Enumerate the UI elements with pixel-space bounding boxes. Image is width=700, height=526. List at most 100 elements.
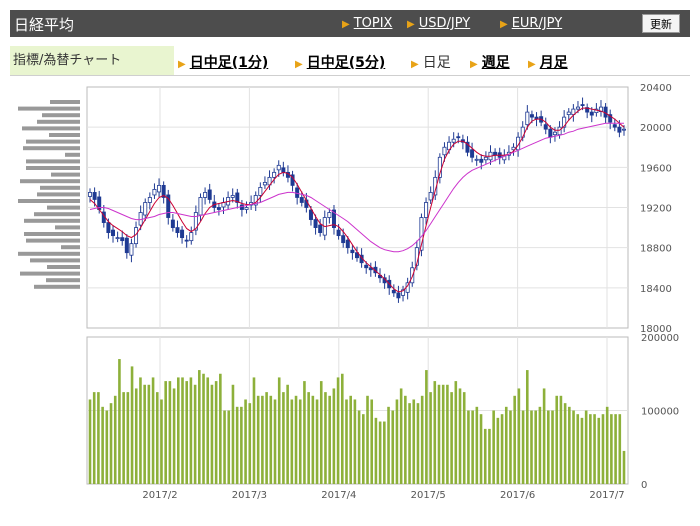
volume-bar: [416, 403, 420, 484]
candle-body: [451, 138, 456, 143]
volume-bar: [290, 399, 294, 484]
volume-bar: [151, 377, 155, 484]
candle-body: [525, 111, 530, 126]
profile-bar: [51, 172, 80, 177]
volume-bar: [362, 414, 365, 484]
x-tick-label: 2017/4: [321, 490, 356, 501]
candle-body: [258, 187, 263, 196]
volume-bar: [576, 414, 580, 484]
volume-bar: [198, 370, 201, 484]
candle-body: [341, 235, 346, 244]
volume-bar: [601, 414, 605, 484]
y-tick-label: 19200: [640, 204, 672, 215]
volume-bar: [584, 410, 588, 484]
candle-body: [557, 126, 562, 136]
volume-bar: [420, 395, 424, 484]
volume-bar: [467, 410, 470, 484]
candle-body: [552, 131, 557, 136]
candle-body: [175, 227, 180, 234]
profile-bar: [18, 106, 80, 111]
x-tick-label: 2017/6: [500, 490, 535, 501]
candle-body: [589, 111, 594, 116]
volume-bar: [521, 410, 525, 484]
profile-bar: [18, 251, 80, 256]
volume-bar: [378, 421, 382, 484]
candle-body: [157, 185, 162, 193]
volume-bar: [593, 414, 596, 484]
volume-bar: [555, 395, 559, 484]
candle-body: [170, 219, 175, 228]
candle-body: [442, 146, 447, 156]
volume-bar: [227, 410, 231, 484]
profile-bar: [50, 100, 80, 104]
candle-body: [244, 207, 249, 210]
volume-bar: [147, 384, 151, 484]
volume-bar: [261, 395, 264, 484]
volume-bar: [244, 399, 247, 484]
volume-bar: [509, 410, 512, 484]
candle-body: [216, 207, 221, 210]
volume-bar: [172, 388, 176, 484]
volume-bar: [366, 395, 369, 484]
x-tick-label: 2017/7: [589, 490, 624, 501]
volume-bar: [357, 410, 361, 484]
profile-bar: [55, 225, 80, 230]
candle-body: [184, 239, 189, 242]
volume-bar: [256, 395, 260, 484]
volume-bar: [563, 403, 567, 484]
candle-body: [207, 189, 212, 200]
candle-body: [548, 128, 553, 138]
y-tick-label: 100000: [641, 407, 679, 418]
candle-body: [474, 158, 479, 161]
profile-bar: [26, 139, 80, 144]
candle-body: [120, 237, 125, 242]
volume-bar: [118, 359, 121, 484]
volume-bar: [277, 377, 281, 484]
candle-body: [198, 197, 203, 216]
profile-bar: [20, 271, 80, 276]
profile-bar: [65, 152, 80, 157]
y-tick-label: 18400: [640, 284, 672, 295]
volume-bar: [589, 414, 592, 484]
volume-bar: [488, 428, 491, 484]
y-tick-label: 20400: [640, 83, 672, 94]
volume-bar: [189, 377, 193, 484]
candle-body: [147, 197, 152, 203]
volume-bar: [462, 392, 466, 484]
candle-body: [364, 264, 369, 269]
candle-body: [115, 237, 120, 240]
volume-bar: [185, 381, 189, 484]
volume-bar: [614, 414, 617, 484]
profile-bar: [42, 113, 80, 118]
x-tick-label: 2017/2: [142, 490, 177, 501]
profile-bar: [47, 265, 80, 269]
candle-body: [111, 229, 116, 237]
volume-bar: [500, 414, 504, 484]
volume-bar: [340, 373, 344, 484]
candle-body: [189, 232, 194, 242]
profile-bar: [24, 218, 80, 223]
x-tick-label: 2017/3: [232, 490, 267, 501]
candle-body: [350, 249, 355, 254]
volume-bar: [269, 395, 273, 484]
candle-body: [456, 136, 461, 139]
volume-bar: [517, 388, 521, 484]
volume-bar: [223, 410, 226, 484]
volume-bar: [113, 395, 117, 484]
candle-body: [336, 229, 341, 237]
candle-body: [345, 239, 350, 249]
volume-bar: [311, 395, 315, 484]
profile-bar: [34, 212, 80, 217]
candle-body: [308, 209, 313, 220]
volume-bar: [370, 399, 374, 484]
volume-bar: [328, 395, 331, 484]
volume-bar: [610, 414, 613, 484]
profile-bar: [26, 238, 80, 243]
candle-body: [203, 192, 208, 198]
candle-body: [138, 212, 143, 226]
volume-bar: [542, 388, 546, 484]
volume-bar: [572, 410, 575, 484]
volume-bar: [286, 384, 289, 484]
volume-bar: [143, 384, 146, 484]
volume-bar: [332, 388, 336, 484]
